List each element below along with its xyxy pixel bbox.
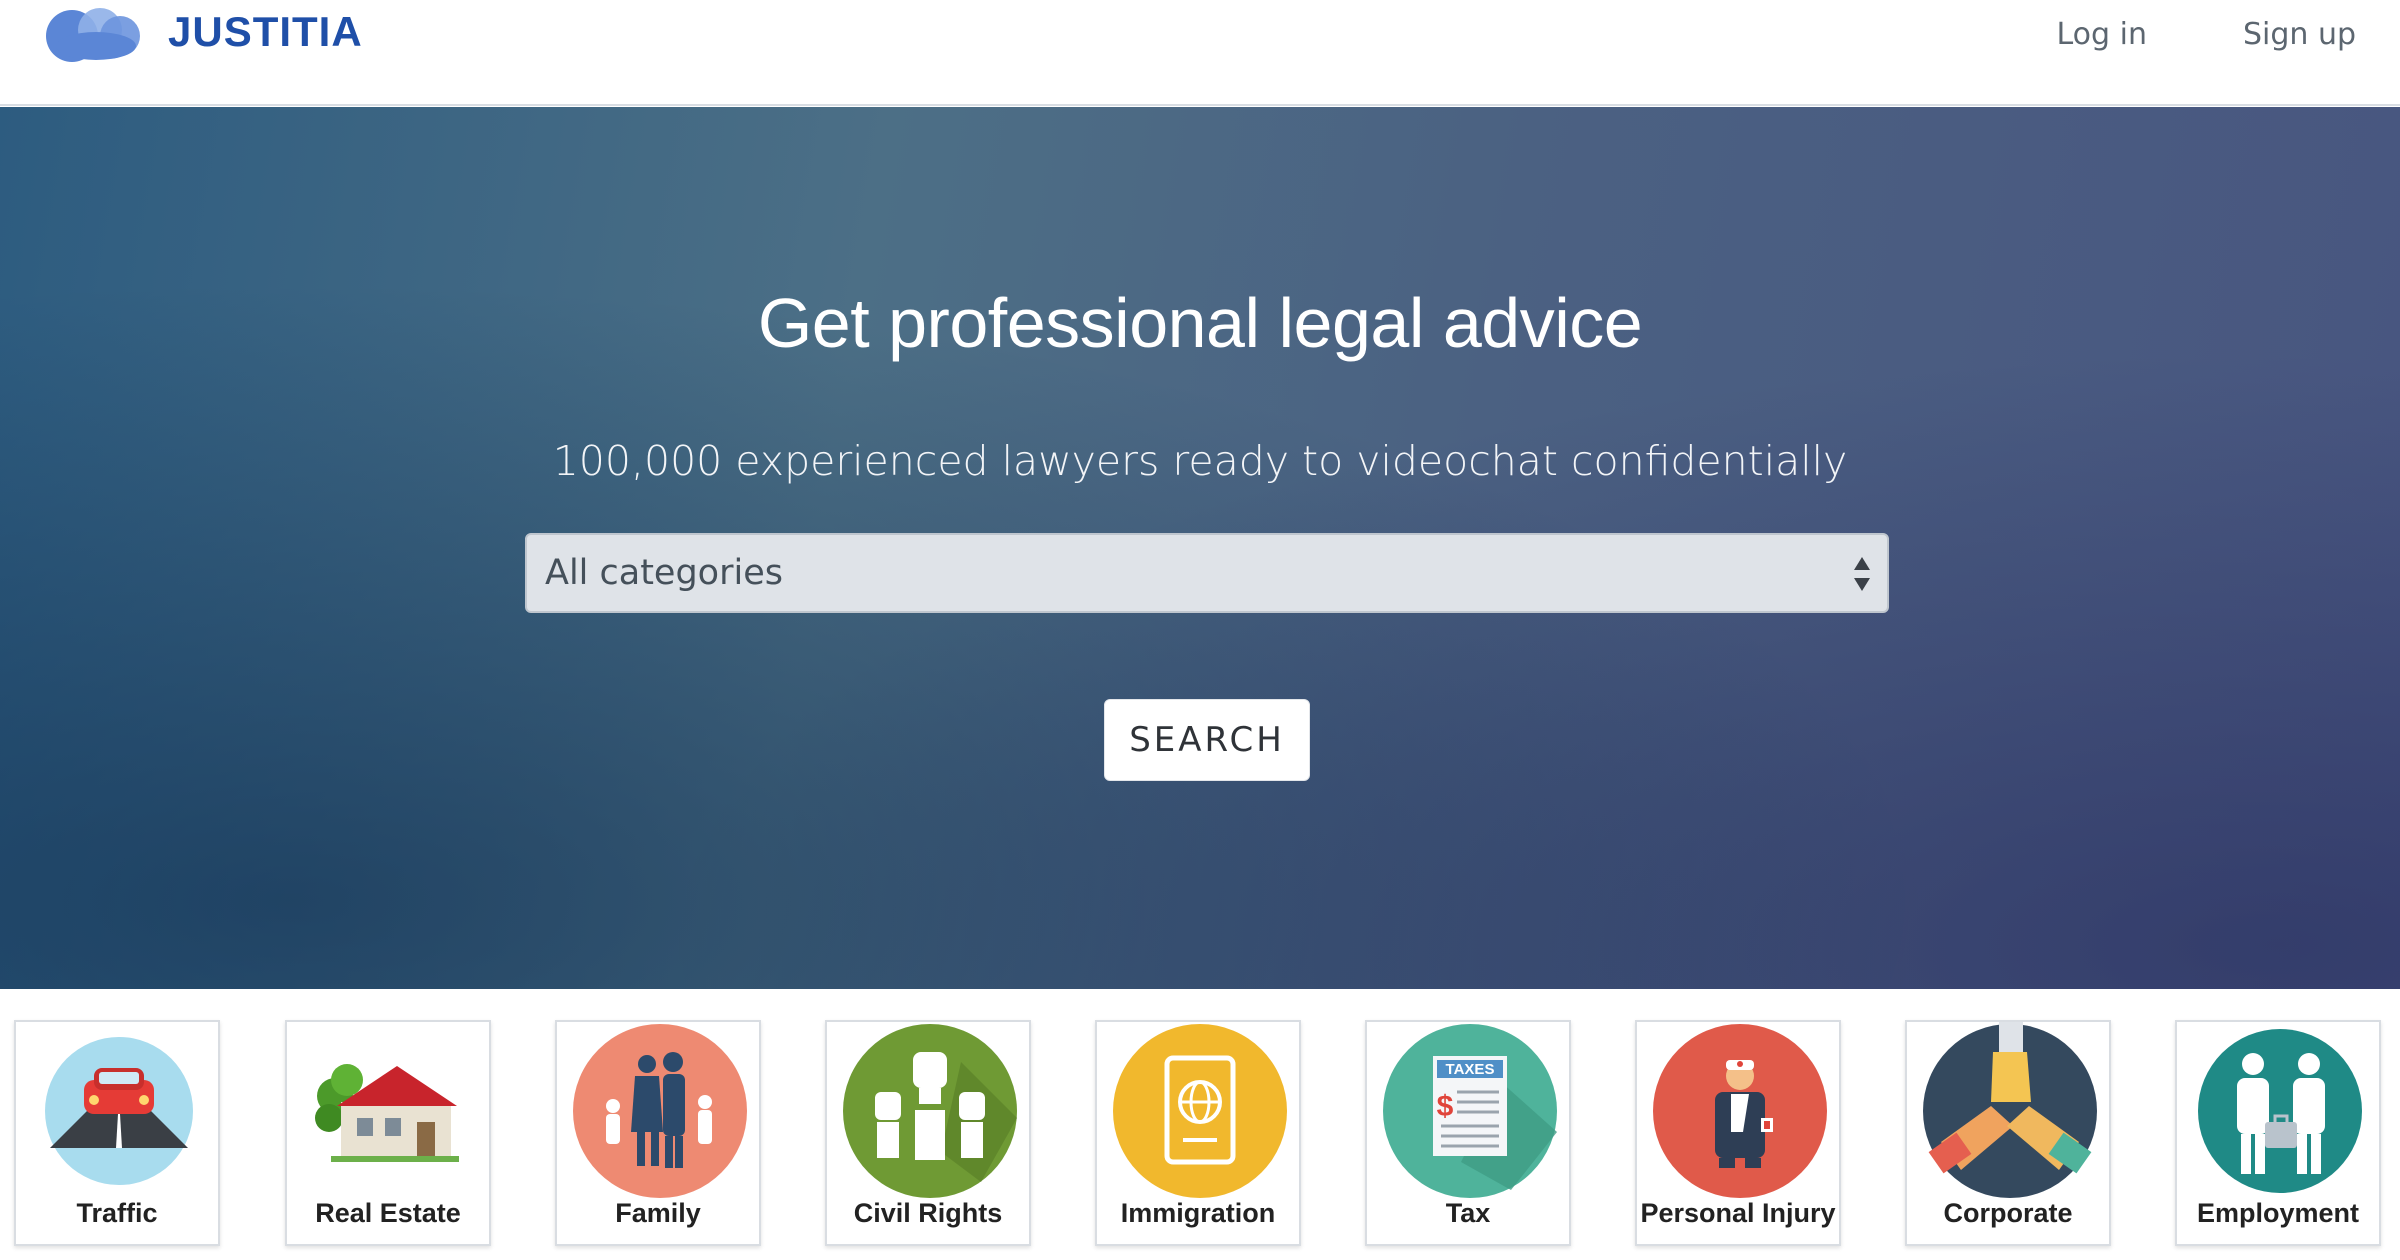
- signup-link[interactable]: Sign up: [2243, 17, 2356, 52]
- category-label: Employment: [2196, 1198, 2360, 1228]
- nav-links: Log in Sign up: [1961, 0, 2357, 68]
- category-real-estate[interactable]: Real Estate: [285, 1020, 491, 1246]
- category-civil-rights[interactable]: Civil Rights: [825, 1020, 1031, 1246]
- category-label: Traffic: [76, 1198, 158, 1228]
- hero-title: Get professional legal advice: [757, 284, 1643, 362]
- cloud-logo-icon: [46, 8, 140, 62]
- category-strip: Traffic Real Estate Family Civil Rights …: [0, 989, 2400, 1260]
- brand-name: JUSTITIA: [168, 8, 363, 55]
- brand[interactable]: JUSTITIA: [42, 0, 363, 64]
- category-employment[interactable]: Employment: [2175, 1020, 2381, 1246]
- category-personal-injury[interactable]: Personal Injury: [1635, 1020, 1841, 1246]
- category-label: Immigration: [1120, 1198, 1276, 1228]
- category-label: Personal Injury: [1640, 1198, 1836, 1228]
- select-arrows-icon: [1854, 557, 1870, 591]
- category-corporate[interactable]: Corporate: [1905, 1020, 2111, 1246]
- employees-icon: [2198, 1029, 2362, 1193]
- hero-banner: Get professional legal advice 100,000 ex…: [0, 107, 2400, 989]
- handshake-icon: [1923, 1022, 2097, 1198]
- category-select[interactable]: All categories: [525, 533, 1889, 613]
- category-label: Corporate: [1943, 1198, 2073, 1228]
- category-immigration[interactable]: Immigration: [1095, 1020, 1301, 1246]
- tax-document-icon: TAXES $: [1383, 1024, 1557, 1198]
- svg-text:$: $: [1437, 1090, 1454, 1123]
- category-label: Civil Rights: [853, 1198, 1003, 1228]
- injured-person-icon: [1653, 1024, 1827, 1198]
- category-select-value: All categories: [545, 553, 783, 593]
- raised-fists-icon: [843, 1024, 1017, 1198]
- passport-icon: [1113, 1024, 1287, 1198]
- category-label: Tax: [1445, 1198, 1491, 1228]
- hero-subtitle: 100,000 experienced lawyers ready to vid…: [552, 437, 1848, 485]
- category-traffic[interactable]: Traffic: [14, 1020, 220, 1246]
- login-link[interactable]: Log in: [2057, 17, 2147, 52]
- top-navbar: JUSTITIA Log in Sign up: [0, 0, 2400, 106]
- category-label: Family: [615, 1198, 701, 1228]
- svg-text:TAXES: TAXES: [1446, 1061, 1495, 1078]
- family-icon: [573, 1024, 747, 1198]
- car-road-icon: [45, 1037, 193, 1185]
- category-tax[interactable]: TAXES $ Tax: [1365, 1020, 1571, 1246]
- search-button[interactable]: SEARCH: [1104, 699, 1310, 781]
- house-icon: [315, 1064, 459, 1162]
- category-label: Real Estate: [315, 1198, 461, 1228]
- category-family[interactable]: Family: [555, 1020, 761, 1246]
